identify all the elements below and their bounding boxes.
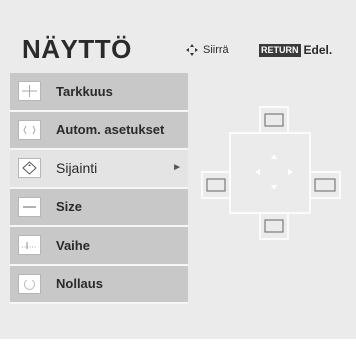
menu-list: Tarkkuus Autom. asetukset Sijainti ► Siz… [10,73,188,304]
return-hint: RETURN Edel. [259,43,332,57]
menu-item-autom-asetukset[interactable]: Autom. asetukset [10,111,188,150]
menu-item-label: Sijainti [56,160,98,177]
page-title: NÄYTTÖ [22,34,132,64]
auto-config-icon [18,119,41,140]
move-hint: Siirrä [186,43,229,57]
move-hint-label: Siirrä [203,44,229,56]
four-way-arrow-icon [186,44,198,56]
position-diagram [201,106,341,240]
submenu-arrow-icon: ► [172,162,182,173]
menu-item-label: Size [56,199,83,215]
menu-item-sijainti[interactable]: Sijainti ► [10,150,188,189]
resolution-icon [18,81,41,102]
return-hint-label: Edel. [303,43,333,57]
return-key-badge: RETURN [259,43,301,57]
size-icon [18,196,41,217]
reset-icon [18,273,41,294]
phase-icon [18,235,41,256]
menu-item-size[interactable]: Size [10,188,188,227]
position-preview [188,73,356,339]
menu-item-vaihe[interactable]: Vaihe [10,227,188,266]
menu-item-tarkkuus[interactable]: Tarkkuus [10,73,188,112]
menu-item-label: Tarkkuus [56,83,113,99]
menu-item-nollaus[interactable]: Nollaus [10,265,188,304]
osd-panel: NÄYTTÖ Siirrä RETURN Edel. Tarkkuus Auto… [0,0,356,339]
menu-item-label: Autom. asetukset [56,122,165,138]
menu-item-label: Nollaus [56,276,103,292]
menu-item-label: Vaihe [56,237,90,253]
position-icon [18,158,41,179]
